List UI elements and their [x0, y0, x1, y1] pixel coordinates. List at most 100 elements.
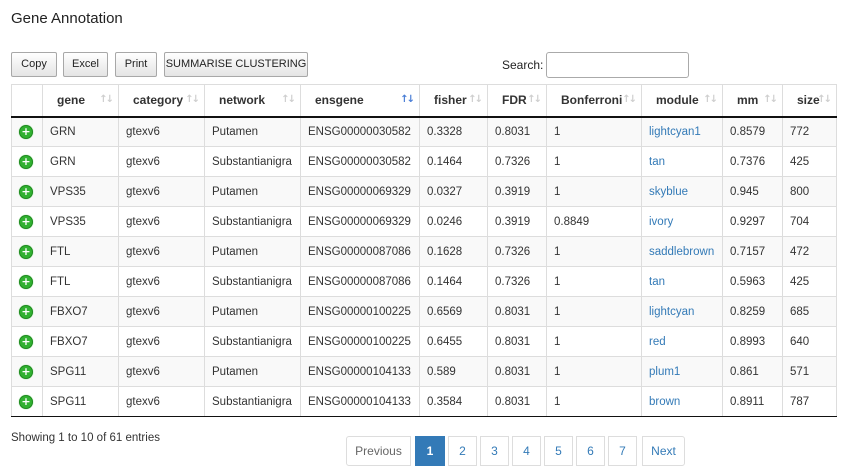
- column-header-module[interactable]: module ↑↓: [641, 84, 723, 118]
- cell-module: tan: [641, 146, 723, 177]
- column-header-size[interactable]: size ↑↓: [782, 84, 837, 118]
- module-link[interactable]: saddlebrown: [649, 246, 714, 258]
- cell-size: 425: [782, 266, 837, 297]
- expand-row-icon[interactable]: +: [19, 364, 33, 379]
- table-row: + SPG11 gtexv6 Putamen ENSG00000104133 0.589 0…: [11, 356, 837, 387]
- column-header-fdr[interactable]: FDR ↑↓: [487, 84, 547, 118]
- cell-mm: 0.7157: [722, 236, 783, 267]
- previous-page-button[interactable]: Previous: [346, 436, 411, 466]
- cell-network: Substantianigra: [204, 326, 301, 357]
- cell-size: 640: [782, 326, 837, 357]
- expand-row-icon[interactable]: +: [19, 394, 33, 409]
- sort-icon[interactable]: ↑↓: [400, 94, 415, 105]
- cell-mm: 0.7376: [722, 146, 783, 177]
- cell-mm: 0.945: [722, 176, 783, 207]
- cell-bonferroni: 1: [546, 236, 642, 267]
- page-7-button[interactable]: 7: [608, 436, 637, 466]
- sort-icon[interactable]: ↑↓: [527, 94, 542, 105]
- cell-bonferroni: 1: [546, 326, 642, 357]
- cell-mm: 0.861: [722, 356, 783, 387]
- cell-category: gtexv6: [118, 266, 205, 297]
- column-header-category[interactable]: category ↑↓: [118, 84, 205, 118]
- page-5-button[interactable]: 5: [544, 436, 573, 466]
- column-header-network[interactable]: network ↑↓: [204, 84, 301, 118]
- cell-bonferroni: 1: [546, 386, 642, 417]
- column-header-mm[interactable]: mm ↑↓: [722, 84, 783, 118]
- cell-fisher: 0.589: [419, 356, 488, 387]
- sort-icon[interactable]: ↑↓: [817, 94, 832, 105]
- cell-network: Substantianigra: [204, 206, 301, 237]
- next-page-button[interactable]: Next: [642, 436, 685, 466]
- cell-network: Substantianigra: [204, 386, 301, 417]
- column-header-label: module: [656, 93, 699, 108]
- expand-row-icon[interactable]: +: [19, 244, 33, 259]
- cell-module: tan: [641, 266, 723, 297]
- page-1-button[interactable]: 1: [415, 436, 445, 466]
- cell-network: Putamen: [204, 116, 301, 147]
- cell-ensgene: ENSG00000030582: [300, 116, 420, 147]
- column-header-bonferroni[interactable]: Bonferroni ↑↓: [546, 84, 642, 118]
- cell-network: Putamen: [204, 176, 301, 207]
- cell-category: gtexv6: [118, 206, 205, 237]
- cell-ensgene: ENSG00000104133: [300, 356, 420, 387]
- table-row: + FBXO7 gtexv6 Substantianigra ENSG000001002…: [11, 326, 837, 357]
- cell-fdr: 0.8031: [487, 296, 547, 327]
- cell-module: ivory: [641, 206, 723, 237]
- gene-annotation-table: gene ↑↓ category ↑↓ network ↑↓ ensgene ↑↓ fisher…: [11, 84, 837, 417]
- summarise-clustering-button[interactable]: SUMMARISE CLUSTERING: [164, 52, 308, 77]
- cell-fdr: 0.3919: [487, 176, 547, 207]
- column-header-ensgene[interactable]: ensgene ↑↓: [300, 84, 420, 118]
- module-link[interactable]: lightcyan1: [649, 126, 701, 138]
- expand-row-icon[interactable]: +: [19, 334, 33, 349]
- cell-size: 787: [782, 386, 837, 417]
- module-link[interactable]: lightcyan: [649, 306, 694, 318]
- sort-icon[interactable]: ↑↓: [763, 94, 778, 105]
- cell-fisher: 0.0327: [419, 176, 488, 207]
- print-button[interactable]: Print: [115, 52, 157, 77]
- column-header-gene[interactable]: gene ↑↓: [42, 84, 119, 118]
- column-header-label: gene: [57, 93, 86, 108]
- expand-row-icon[interactable]: +: [19, 214, 33, 229]
- sort-icon[interactable]: ↑↓: [281, 94, 296, 105]
- sort-icon[interactable]: ↑↓: [622, 94, 637, 105]
- expand-row-icon[interactable]: +: [19, 154, 33, 169]
- column-header-fisher[interactable]: fisher ↑↓: [419, 84, 488, 118]
- module-link[interactable]: skyblue: [649, 186, 688, 198]
- expand-row-icon[interactable]: +: [19, 274, 33, 289]
- module-link[interactable]: plum1: [649, 366, 680, 378]
- page-4-button[interactable]: 4: [512, 436, 541, 466]
- expand-row-icon[interactable]: +: [19, 184, 33, 199]
- row-expand-cell: +: [11, 296, 43, 327]
- sort-icon[interactable]: ↑↓: [99, 94, 114, 105]
- column-header-label: fisher: [434, 93, 467, 108]
- copy-button[interactable]: Copy: [11, 52, 57, 77]
- module-link[interactable]: tan: [649, 276, 665, 288]
- cell-fisher: 0.3328: [419, 116, 488, 147]
- search-input[interactable]: [546, 52, 689, 78]
- excel-button[interactable]: Excel: [63, 52, 108, 77]
- cell-fisher: 0.6569: [419, 296, 488, 327]
- expand-row-icon[interactable]: +: [19, 124, 33, 139]
- cell-size: 772: [782, 116, 837, 147]
- cell-bonferroni: 1: [546, 116, 642, 147]
- cell-category: gtexv6: [118, 296, 205, 327]
- module-link[interactable]: tan: [649, 156, 665, 168]
- cell-network: Putamen: [204, 356, 301, 387]
- sort-icon[interactable]: ↑↓: [185, 94, 200, 105]
- page-3-button[interactable]: 3: [480, 436, 509, 466]
- sort-icon[interactable]: ↑↓: [703, 94, 718, 105]
- search-label: Search:: [502, 58, 544, 72]
- cell-fdr: 0.8031: [487, 116, 547, 147]
- module-link[interactable]: brown: [649, 396, 680, 408]
- page-2-button[interactable]: 2: [448, 436, 477, 466]
- row-expand-cell: +: [11, 116, 43, 147]
- cell-gene: VPS35: [42, 176, 119, 207]
- module-link[interactable]: ivory: [649, 216, 673, 228]
- page-title: Gene Annotation: [11, 10, 123, 27]
- cell-fisher: 0.1464: [419, 146, 488, 177]
- table-row: + FTL gtexv6 Putamen ENSG00000087086 0.1628 0.…: [11, 236, 837, 267]
- expand-row-icon[interactable]: +: [19, 304, 33, 319]
- module-link[interactable]: red: [649, 336, 666, 348]
- sort-icon[interactable]: ↑↓: [468, 94, 483, 105]
- page-6-button[interactable]: 6: [576, 436, 605, 466]
